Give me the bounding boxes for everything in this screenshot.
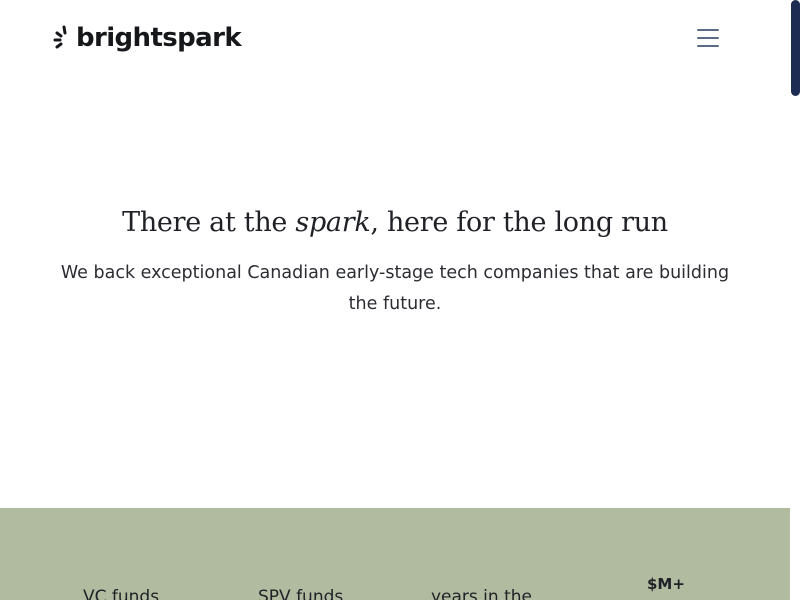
hero-section: There at the spark, here for the long ru… [0, 200, 790, 320]
brand-logo[interactable]: brightspark [53, 20, 242, 56]
stat-label: VC funds [83, 587, 160, 600]
hamburger-menu-icon [697, 29, 719, 47]
hero-title-start: There at the [122, 207, 296, 238]
scrollbar-thumb[interactable] [791, 0, 800, 96]
stat-years: years in the [431, 586, 532, 600]
hero-description: We back exceptional Canadian early-stage… [60, 263, 730, 314]
stat-capital: $M+ [647, 574, 685, 594]
brand-name: brightspark [76, 23, 242, 53]
menu-button[interactable] [694, 24, 722, 52]
site-header: brightspark [0, 0, 790, 80]
hero-title-emphasis: spark [295, 207, 371, 238]
stat-vc-funds: VC funds [83, 586, 159, 600]
hero-title: There at the spark, here for the long ru… [0, 200, 790, 246]
stat-label: SPV funds [258, 587, 344, 600]
stat-spv-funds: SPV funds [258, 586, 343, 600]
stats-section: VC funds SPV funds years in the $M+ [0, 508, 790, 600]
hero-title-end: , here for the long run [370, 207, 668, 238]
spark-icon [53, 25, 67, 49]
stat-value: $M+ [647, 575, 685, 593]
stat-label: years in the [431, 587, 532, 600]
